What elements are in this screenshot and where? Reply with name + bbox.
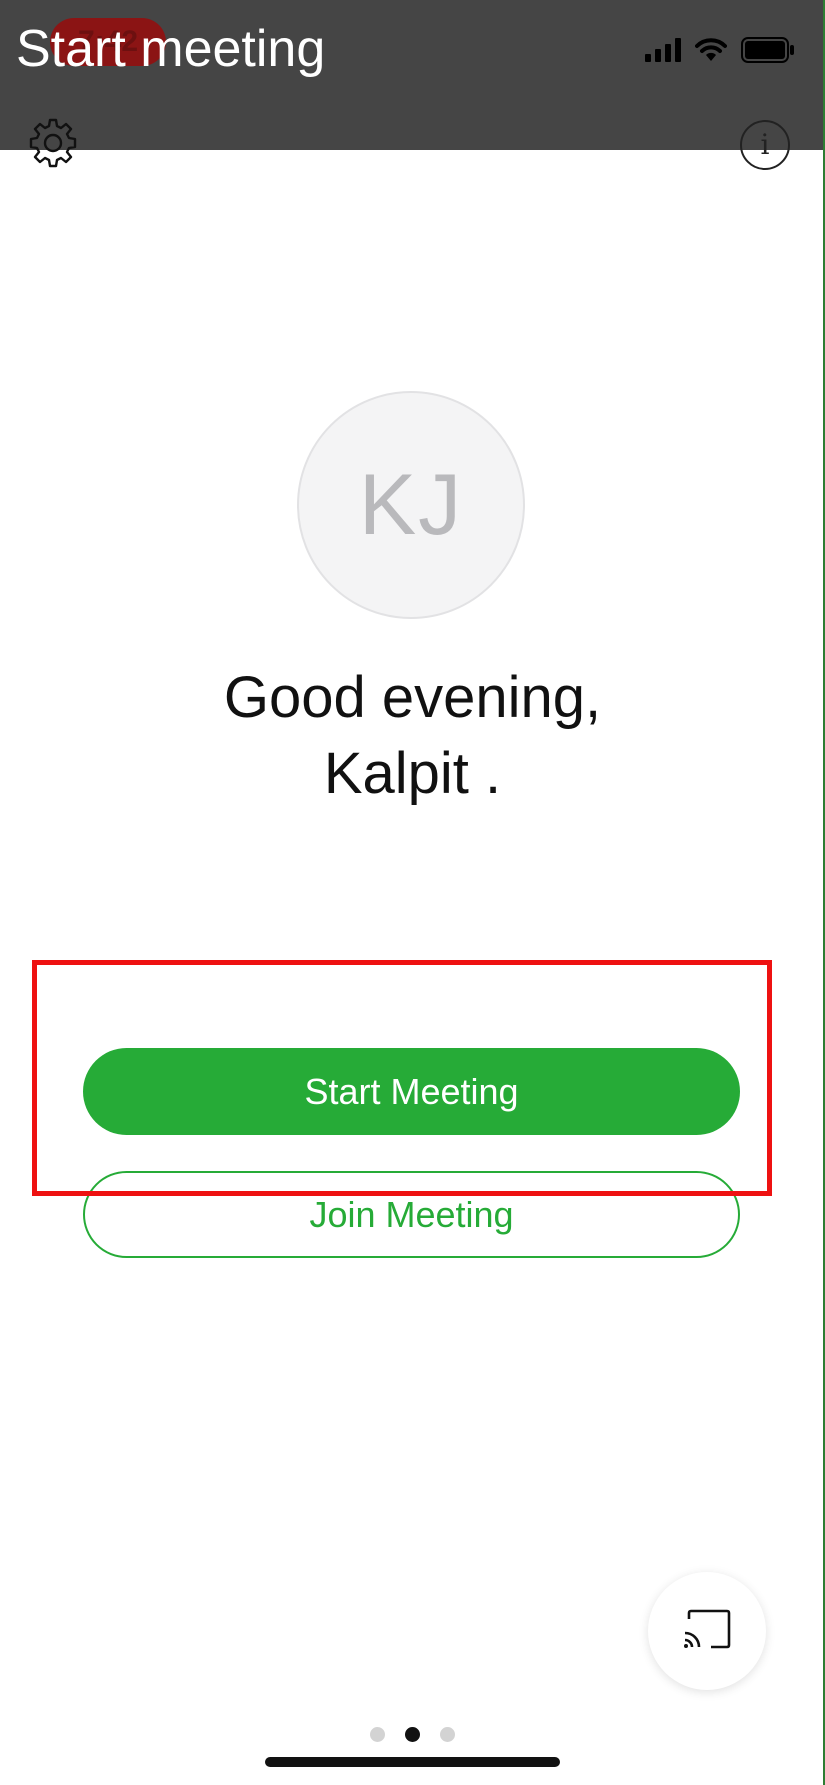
battery-icon — [741, 37, 794, 63]
cellular-signal-icon — [645, 38, 681, 62]
info-icon: i — [760, 128, 770, 161]
avatar: KJ — [297, 391, 525, 619]
page-title: Start meeting — [16, 20, 326, 78]
page-dot[interactable] — [440, 1726, 455, 1742]
page-indicator — [0, 1726, 825, 1742]
home-indicator[interactable] — [265, 1757, 560, 1767]
avatar-initials: KJ — [358, 457, 464, 553]
greeting-line-1: Good evening, — [223, 665, 602, 730]
home-screen: 7:42 Start meeting i KJ Good evening, Ka… — [0, 0, 825, 1785]
info-button[interactable]: i — [740, 120, 790, 170]
gear-icon[interactable] — [26, 116, 80, 170]
wifi-icon — [695, 38, 727, 61]
title-bar: 7:42 Start meeting — [0, 0, 825, 150]
screen-cast-button[interactable] — [648, 1572, 766, 1690]
greeting-line-2: Kalpit . — [323, 741, 502, 806]
greeting: Good evening, Kalpit . — [0, 660, 825, 812]
highlight-box — [32, 960, 772, 1196]
status-icons — [645, 34, 795, 66]
page-dot-active[interactable] — [405, 1726, 420, 1742]
screen-cast-icon — [684, 1609, 731, 1649]
page-dot[interactable] — [370, 1726, 385, 1742]
